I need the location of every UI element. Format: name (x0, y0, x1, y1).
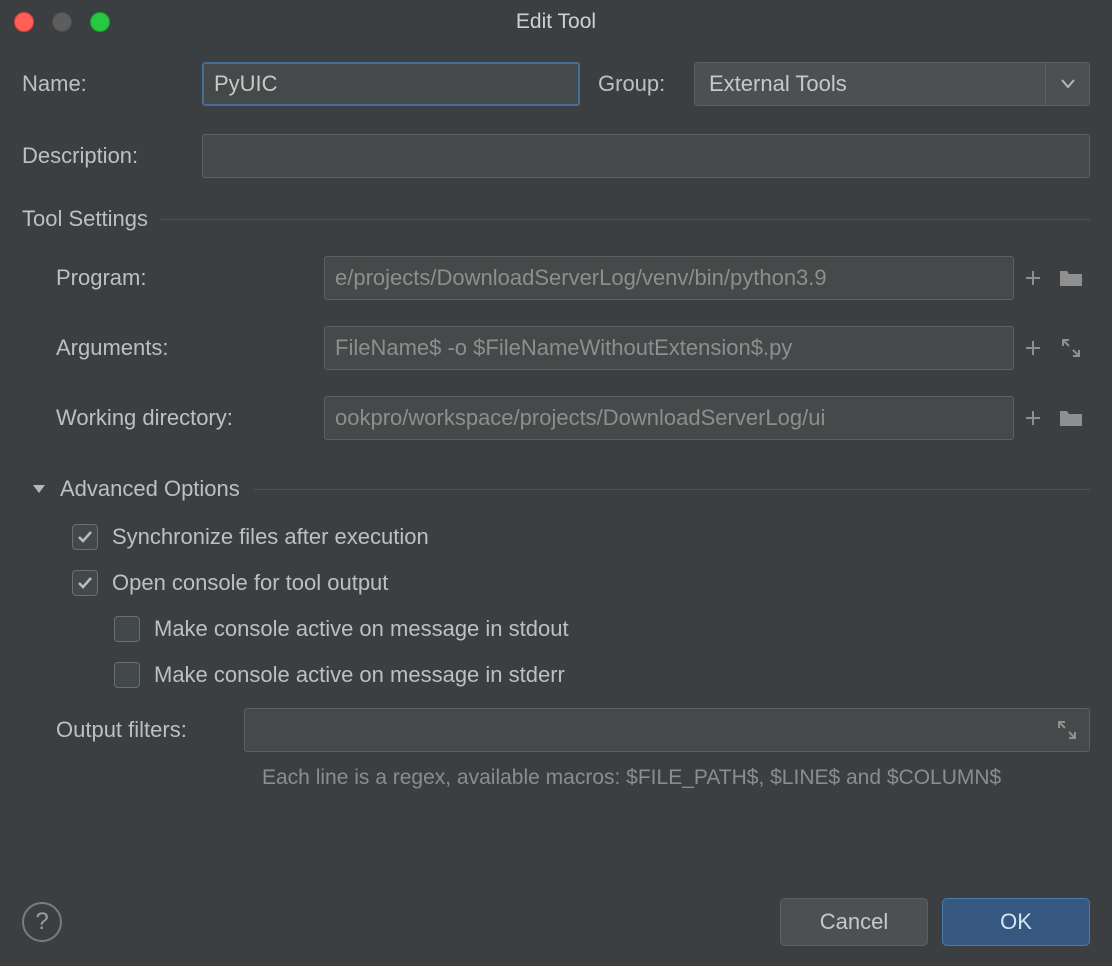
browse-folder-icon[interactable] (1052, 396, 1090, 440)
sync-files-label: Synchronize files after execution (112, 524, 429, 550)
group-select-value: External Tools (695, 71, 1045, 97)
help-button[interactable]: ? (22, 902, 62, 942)
arguments-input[interactable] (324, 326, 1014, 370)
browse-folder-icon[interactable] (1052, 256, 1090, 300)
stderr-label: Make console active on message in stderr (154, 662, 565, 688)
description-label: Description: (22, 143, 202, 169)
chevron-down-icon[interactable] (1045, 63, 1089, 105)
working-directory-label: Working directory: (56, 405, 324, 431)
stderr-checkbox[interactable] (114, 662, 140, 688)
window-close-button[interactable] (14, 12, 34, 32)
program-input[interactable] (324, 256, 1014, 300)
cancel-button-label: Cancel (820, 909, 888, 935)
group-select[interactable]: External Tools (694, 62, 1090, 106)
help-icon: ? (35, 908, 48, 936)
traffic-lights (14, 12, 110, 32)
insert-macro-button[interactable] (1014, 396, 1052, 440)
sync-files-checkbox[interactable] (72, 524, 98, 550)
tool-settings-section: Tool Settings (22, 206, 1090, 232)
window-title: Edit Tool (516, 10, 596, 34)
insert-macro-button[interactable] (1014, 326, 1052, 370)
expand-icon[interactable] (1052, 326, 1090, 370)
window-minimize-button[interactable] (52, 12, 72, 32)
cancel-button[interactable]: Cancel (780, 898, 928, 946)
advanced-options-toggle[interactable]: Advanced Options (32, 476, 1090, 502)
stdout-label: Make console active on message in stdout (154, 616, 569, 642)
separator (160, 219, 1090, 220)
open-console-label: Open console for tool output (112, 570, 388, 596)
tool-settings-title: Tool Settings (22, 206, 148, 232)
open-console-checkbox[interactable] (72, 570, 98, 596)
chevron-down-icon (32, 482, 46, 496)
insert-macro-button[interactable] (1014, 256, 1052, 300)
ok-button-label: OK (1000, 909, 1032, 935)
program-label: Program: (56, 265, 324, 291)
name-label: Name: (22, 71, 202, 97)
window-zoom-button[interactable] (90, 12, 110, 32)
description-input[interactable] (202, 134, 1090, 178)
arguments-label: Arguments: (56, 335, 324, 361)
separator (254, 489, 1090, 490)
ok-button[interactable]: OK (942, 898, 1090, 946)
name-input[interactable] (202, 62, 580, 106)
titlebar: Edit Tool (0, 0, 1112, 44)
output-filters-label: Output filters: (56, 717, 230, 743)
working-directory-input[interactable] (324, 396, 1014, 440)
output-filters-input[interactable] (245, 709, 1051, 751)
output-filters-hint: Each line is a regex, available macros: … (72, 766, 1090, 790)
stdout-checkbox[interactable] (114, 616, 140, 642)
expand-icon[interactable] (1051, 708, 1083, 752)
advanced-options-title: Advanced Options (60, 476, 240, 502)
group-label: Group: (598, 71, 694, 97)
